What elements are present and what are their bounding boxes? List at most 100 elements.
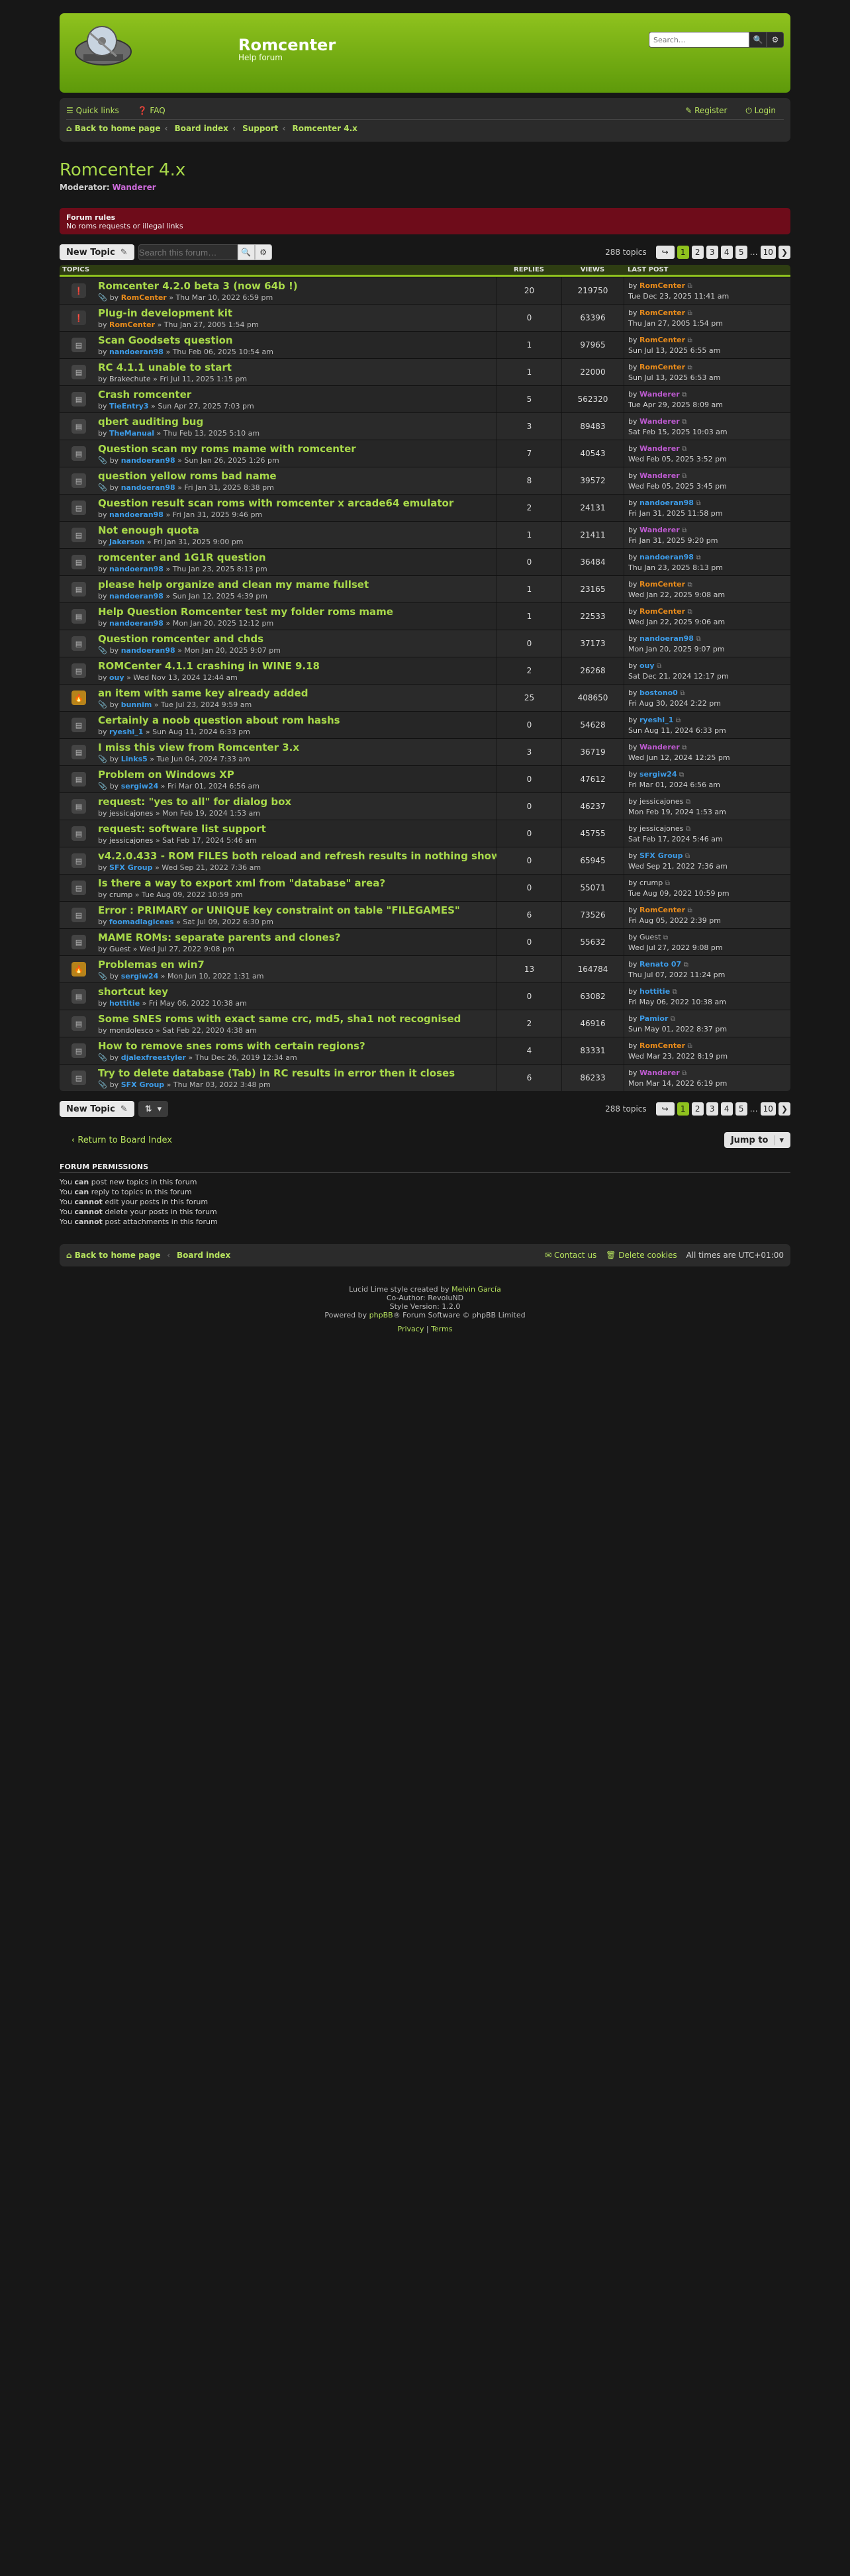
topic-title-link[interactable]: Not enough quota [98,524,496,536]
last-post-author[interactable]: nandoeran98 [639,634,694,643]
topic-title-link[interactable]: an item with same key already added [98,687,496,699]
topic-title-link[interactable]: Romcenter 4.2.0 beta 3 (now 64b !) [98,280,496,292]
topic-title-link[interactable]: Problemas en win7 [98,959,496,971]
footer-home-link[interactable]: ⌂ Back to home page [66,1251,160,1260]
page-1[interactable]: 1 [677,1102,689,1116]
jump-page-icon[interactable]: ↪ [655,246,675,259]
moderator-link[interactable]: Wanderer [112,183,156,192]
view-post-icon[interactable]: ⧉ [688,364,692,371]
topic-author-link[interactable]: bunnim [121,700,152,709]
topic-author-link[interactable]: sergiw24 [121,972,159,980]
topic-title-link[interactable]: Try to delete database (Tab) in RC resul… [98,1067,496,1079]
view-post-icon[interactable]: ⧉ [688,608,692,616]
page-2[interactable]: 2 [691,1102,704,1116]
view-post-icon[interactable]: ⧉ [684,961,688,969]
view-post-icon[interactable]: ⧉ [688,907,692,914]
topic-author-link[interactable]: Jakerson [109,538,144,546]
topic-title-link[interactable]: MAME ROMs: separate parents and clones? [98,931,496,943]
faq-link[interactable]: ❓ FAQ [138,106,173,115]
view-post-icon[interactable]: ⧉ [696,500,700,507]
view-post-icon[interactable]: ⧉ [682,391,686,399]
page-title[interactable]: Romcenter 4.x [60,160,790,180]
gear-icon[interactable]: ⚙ [254,244,272,260]
last-post-author[interactable]: Wanderer [639,471,680,480]
topic-author-link[interactable]: djalexfreestyler [121,1053,186,1062]
view-post-icon[interactable]: ⧉ [663,934,668,941]
topic-title-link[interactable]: Help Question Romcenter test my folder r… [98,606,496,618]
topic-title-link[interactable]: Plug-in development kit [98,307,496,319]
breadcrumb-support[interactable]: Support [242,124,278,133]
view-post-icon[interactable]: ⧉ [688,283,692,290]
topic-author-link[interactable]: hottitie [109,999,140,1008]
last-post-author[interactable]: RomCenter [639,607,685,616]
last-post-author[interactable]: jessicajones [639,824,683,833]
topic-title-link[interactable]: request: software list support [98,823,496,835]
view-post-icon[interactable]: ⧉ [676,717,681,724]
breadcrumb-forum[interactable]: Romcenter 4.x [292,124,357,133]
topic-author-link[interactable]: nandoeran98 [121,646,175,655]
last-post-author[interactable]: RomCenter [639,906,685,914]
last-post-author[interactable]: ryeshi_1 [639,716,673,724]
topic-title-link[interactable]: v4.2.0.433 - ROM FILES both reload and r… [98,850,496,862]
topic-author-link[interactable]: nandoeran98 [121,456,175,465]
topic-author-link[interactable]: sergiw24 [121,782,159,790]
topic-author-link[interactable]: nandoeran98 [109,619,164,628]
last-post-author[interactable]: Pamior [639,1014,668,1023]
topic-author-link[interactable]: nandoeran98 [121,483,175,492]
view-post-icon[interactable]: ⧉ [688,310,692,317]
header-search-input[interactable] [649,32,749,48]
topic-author-link[interactable]: RomCenter [121,293,167,302]
topic-title-link[interactable]: Question result scan roms with romcenter… [98,497,496,509]
topic-author-link[interactable]: TheManual [109,429,154,438]
topic-author-link[interactable]: crump [109,890,132,899]
view-post-icon[interactable]: ⧉ [657,663,661,670]
view-post-icon[interactable]: ⧉ [682,744,686,751]
topic-title-link[interactable]: Question romcenter and chds [98,633,496,645]
style-author-link[interactable]: Melvin García [451,1285,501,1294]
page-3[interactable]: 3 [706,1102,718,1116]
topic-author-link[interactable]: RomCenter [109,320,155,329]
last-post-author[interactable]: crump [639,879,663,887]
forum-search-input[interactable] [138,244,238,260]
page-4[interactable]: 4 [720,1102,733,1116]
topic-title-link[interactable]: Some SNES roms with exact same crc, md5,… [98,1013,496,1025]
last-post-author[interactable]: nandoeran98 [639,499,694,507]
topic-author-link[interactable]: jessicajones [109,836,153,845]
topic-author-link[interactable]: nandoeran98 [109,592,164,600]
view-post-icon[interactable]: ⧉ [673,988,677,996]
topic-author-link[interactable]: nandoeran98 [109,348,164,356]
topic-title-link[interactable]: How to remove snes roms with certain reg… [98,1040,496,1052]
topic-title-link[interactable]: Crash romcenter [98,389,496,401]
topic-author-link[interactable]: SFX Group [109,863,152,872]
quick-links[interactable]: ☰ Quick links [66,106,127,115]
return-link[interactable]: ‹ Return to Board Index [71,1135,172,1145]
page-4[interactable]: 4 [720,246,733,259]
contact-link[interactable]: ✉ Contact us [545,1251,596,1260]
topic-author-link[interactable]: SFX Group [121,1080,164,1089]
last-post-author[interactable]: RomCenter [639,1041,685,1050]
view-post-icon[interactable]: ⧉ [682,446,686,453]
topic-author-link[interactable]: jessicajones [109,809,153,818]
jump-page-icon[interactable]: ↪ [655,1102,675,1116]
view-post-icon[interactable]: ⧉ [665,880,670,887]
topic-author-link[interactable]: TieEntry3 [109,402,149,410]
topic-title-link[interactable]: qbert auditing bug [98,416,496,428]
last-post-author[interactable]: Wanderer [639,390,680,399]
topic-author-link[interactable]: foomadlagicees [109,918,174,926]
topic-title-link[interactable]: Certainly a noob question about rom hash… [98,714,496,726]
view-post-icon[interactable]: ⧉ [696,636,700,643]
last-post-author[interactable]: bostono0 [639,689,678,697]
last-post-author[interactable]: Wanderer [639,743,680,751]
topic-author-link[interactable]: Guest [109,945,130,953]
view-post-icon[interactable]: ⧉ [696,554,700,561]
page-10[interactable]: 10 [760,1102,776,1116]
page-2[interactable]: 2 [691,246,704,259]
gear-icon[interactable]: ⚙ [767,32,784,48]
last-post-author[interactable]: nandoeran98 [639,553,694,561]
site-title[interactable]: Romcenter [238,36,336,54]
last-post-author[interactable]: RomCenter [639,363,685,371]
topic-title-link[interactable]: request: "yes to all" for dialog box [98,796,496,808]
last-post-author[interactable]: RomCenter [639,336,685,344]
topic-title-link[interactable]: romcenter and 1G1R question [98,551,496,563]
login-link[interactable]: ⏻ Login [745,106,784,115]
